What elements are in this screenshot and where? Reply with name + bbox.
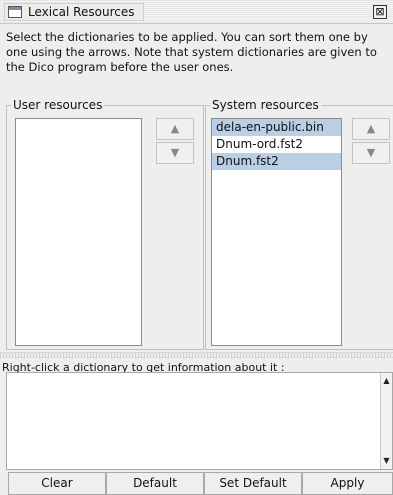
user-resources-group: User resources ▲ ▼ [6,98,204,350]
list-item-dnum-ord[interactable]: Dnum-ord.fst2 [212,136,341,153]
user-move-up-button[interactable]: ▲ [156,118,194,140]
list-item-dnum[interactable]: Dnum.fst2 [212,153,341,170]
close-button[interactable]: ⊠ [373,5,387,19]
user-resources-title: User resources [11,98,105,112]
instructions-text: Select the dictionaries to be applied. Y… [6,30,377,74]
title-bar: Lexical Resources ⊠ [0,0,393,24]
window-title: Lexical Resources [28,5,135,19]
split-pane-divider[interactable] [0,352,393,358]
system-resources-group: System resources dela-en-public.bin Dnum… [205,98,393,350]
up-arrow-icon: ▲ [366,122,376,135]
system-resources-title: System resources [210,98,321,112]
scroll-down-icon[interactable]: ▼ [381,455,392,467]
set-default-button[interactable]: Set Default [204,472,302,495]
down-arrow-icon: ▼ [170,146,180,159]
list-item-dela-en-public[interactable]: dela-en-public.bin [212,119,341,136]
window-icon [8,6,22,18]
user-move-down-button[interactable]: ▼ [156,142,194,164]
user-resources-list[interactable] [15,118,142,346]
dictionary-info-area[interactable]: ▲ ▼ [6,372,393,470]
button-bar: Clear Default Set Default Apply [0,472,393,495]
vertical-scrollbar[interactable]: ▲ ▼ [380,373,392,469]
clear-button[interactable]: Clear [8,472,106,495]
up-arrow-icon: ▲ [170,122,180,135]
system-move-down-button[interactable]: ▼ [352,142,390,164]
scroll-up-icon[interactable]: ▲ [381,375,392,387]
down-arrow-icon: ▼ [366,146,376,159]
default-button[interactable]: Default [106,472,204,495]
apply-button[interactable]: Apply [302,472,393,495]
system-move-up-button[interactable]: ▲ [352,118,390,140]
system-resources-list[interactable]: dela-en-public.bin Dnum-ord.fst2 Dnum.fs… [211,118,342,346]
title-tab: Lexical Resources [4,3,144,21]
